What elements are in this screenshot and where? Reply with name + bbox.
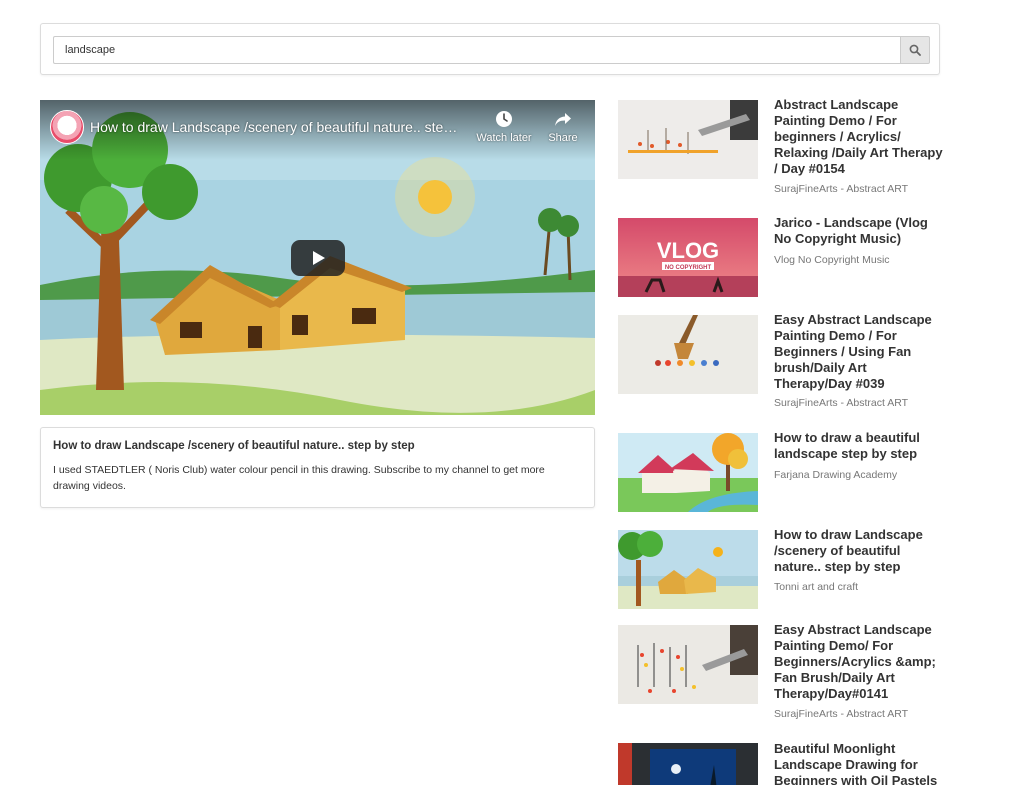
play-button[interactable] [291, 240, 345, 276]
related-video-item[interactable]: VLOG NO COPYRIGHT Jarico - Landscape (Vl… [618, 215, 948, 297]
search-input[interactable] [53, 36, 901, 64]
channel-avatar[interactable] [50, 110, 84, 144]
vlog-text: VLOG [657, 238, 719, 263]
no-copyright-text: NO COPYRIGHT [665, 265, 712, 271]
share-icon [555, 113, 571, 126]
related-title[interactable]: How to draw Landscape /scenery of beauti… [774, 527, 946, 575]
related-channel[interactable]: SurajFineArts - Abstract ART [774, 183, 908, 195]
related-title[interactable]: Easy Abstract Landscape Painting Demo/ F… [774, 622, 946, 702]
related-thumbnail[interactable] [618, 433, 758, 512]
thumbnail-image: VLOG NO COPYRIGHT [618, 218, 758, 297]
play-icon [313, 251, 325, 265]
related-video-item[interactable]: How to draw a beautiful landscape step b… [618, 430, 948, 512]
related-channel[interactable]: Farjana Drawing Academy [774, 469, 897, 481]
related-channel[interactable]: SurajFineArts - Abstract ART [774, 708, 908, 720]
related-thumbnail[interactable] [618, 315, 758, 394]
related-video-item[interactable]: How to draw Landscape /scenery of beauti… [618, 527, 948, 609]
thumbnail-image [618, 433, 758, 512]
search-icon [909, 44, 921, 56]
related-thumbnail[interactable] [618, 625, 758, 704]
video-title[interactable]: How to draw Landscape /scenery of beauti… [90, 119, 465, 135]
thumbnail-image [618, 315, 758, 394]
related-thumbnail[interactable] [618, 743, 758, 785]
share-label: Share [548, 132, 578, 144]
thumbnail-image [618, 743, 758, 785]
clock-icon [496, 111, 512, 127]
watch-later-label: Watch later [476, 132, 532, 144]
related-video-item[interactable]: Beautiful Moonlight Landscape Drawing fo… [618, 743, 948, 785]
related-title[interactable]: How to draw a beautiful landscape step b… [774, 430, 946, 462]
related-title[interactable]: Easy Abstract Landscape Painting Demo / … [774, 312, 946, 392]
related-video-item[interactable]: Abstract Landscape Painting Demo / For b… [618, 97, 948, 198]
related-thumbnail[interactable] [618, 530, 758, 609]
related-video-item[interactable]: Easy Abstract Landscape Painting Demo/ F… [618, 622, 948, 723]
video-player[interactable]: How to draw Landscape /scenery of beauti… [40, 100, 595, 415]
related-title[interactable]: Beautiful Moonlight Landscape Drawing fo… [774, 743, 948, 785]
related-title[interactable]: Abstract Landscape Painting Demo / For b… [774, 97, 946, 177]
thumbnail-image [618, 100, 758, 179]
related-video-item[interactable]: Easy Abstract Landscape Painting Demo / … [618, 312, 948, 413]
thumbnail-image [618, 530, 758, 609]
related-thumbnail[interactable]: VLOG NO COPYRIGHT [618, 218, 758, 297]
related-title[interactable]: Jarico - Landscape (Vlog No Copyright Mu… [774, 215, 946, 247]
related-thumbnail[interactable] [618, 100, 758, 179]
video-description-card: How to draw Landscape /scenery of beauti… [40, 427, 595, 508]
search-card [40, 23, 940, 75]
related-channel[interactable]: Vlog No Copyright Music [774, 254, 890, 266]
thumbnail-image [618, 625, 758, 704]
share-button[interactable]: Share [533, 110, 593, 144]
description-title: How to draw Landscape /scenery of beauti… [53, 440, 415, 452]
watch-later-button[interactable]: Watch later [474, 110, 534, 144]
related-channel[interactable]: Tonni art and craft [774, 581, 858, 593]
description-text: I used STAEDTLER ( Noris Club) water col… [53, 464, 545, 492]
related-channel[interactable]: SurajFineArts - Abstract ART [774, 397, 908, 409]
search-button[interactable] [900, 36, 930, 64]
